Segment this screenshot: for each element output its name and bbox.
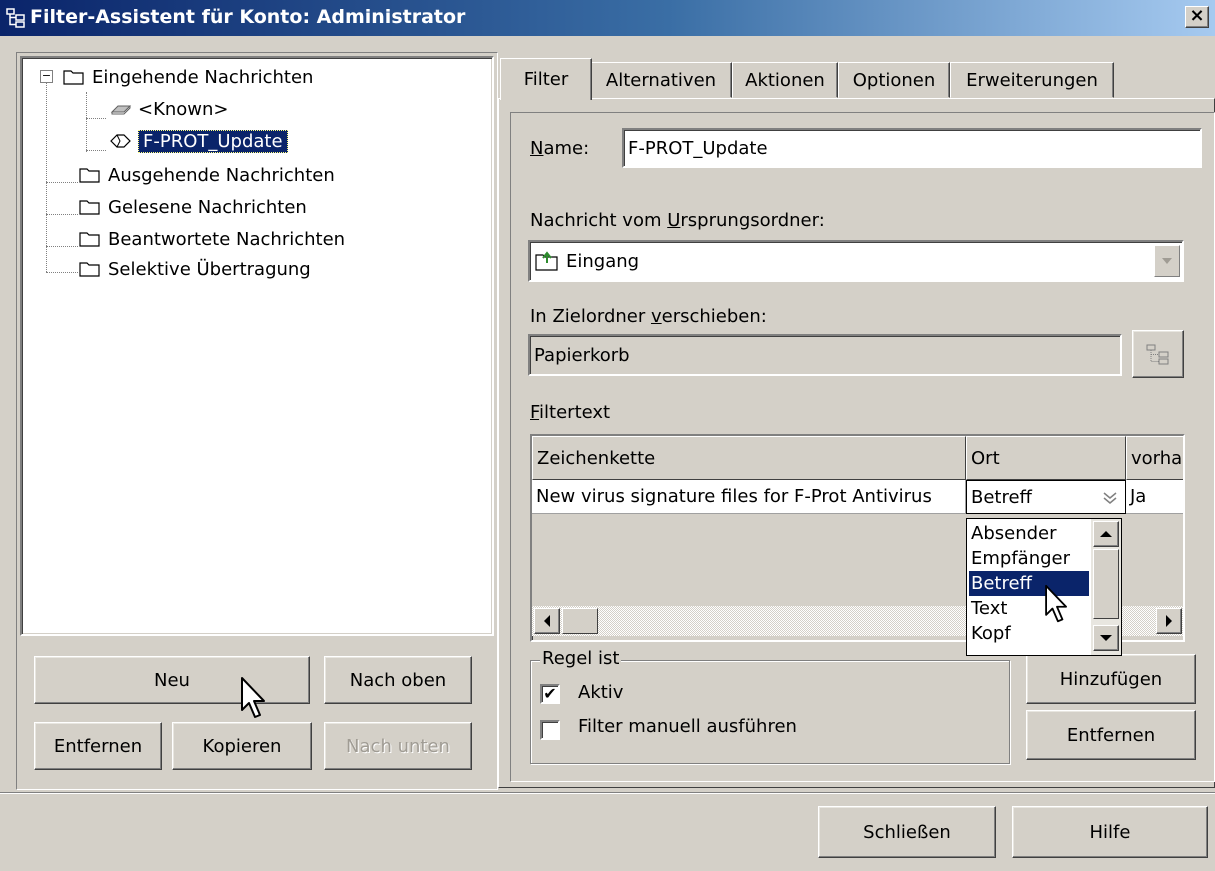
filter-icon [110, 134, 131, 148]
new-button[interactable]: Neu [34, 656, 310, 704]
scroll-up-icon[interactable] [1093, 521, 1119, 547]
tab-erweiterungen[interactable]: Erweiterungen [950, 62, 1114, 98]
tree-item-known[interactable]: <Known> [108, 96, 229, 122]
scroll-right-icon[interactable] [1156, 608, 1182, 634]
tree-item-label: <Known> [138, 98, 229, 120]
column-header-zeichenkette[interactable]: Zeichenkette [532, 436, 966, 480]
name-label: Name: [530, 138, 590, 159]
table-cell-present[interactable]: Ja [1126, 480, 1183, 514]
manual-run-checkbox[interactable] [540, 720, 560, 740]
dropdown-option-absender[interactable]: Absender [969, 521, 1089, 546]
tab-filter[interactable]: Filter [500, 58, 592, 100]
rule-legend: Regel ist [540, 648, 622, 669]
filter-disabled-icon [110, 105, 132, 115]
name-input[interactable]: F-PROT_Update [622, 128, 1202, 168]
table-cell-string[interactable]: New virus signature files for F-Prot Ant… [532, 480, 966, 514]
inbox-folder-icon [535, 251, 558, 271]
window-title: Filter-Assistent für Konto: Administrato… [30, 6, 466, 28]
tab-alternativen[interactable]: Alternativen [590, 62, 732, 98]
tab-optionen[interactable]: Optionen [838, 62, 950, 98]
tree-item-label: Selektive Übertragung [108, 258, 311, 280]
folder-icon [79, 168, 100, 183]
tree-item-eingehende-nachrichten[interactable]: Eingehende Nachrichten [62, 64, 313, 90]
chevron-down-icon[interactable] [1101, 489, 1119, 507]
source-folder-select[interactable]: Eingang [528, 240, 1184, 282]
move-up-button[interactable]: Nach oben [324, 656, 472, 704]
browse-folder-button[interactable] [1132, 330, 1184, 378]
footer-separator [0, 792, 1215, 794]
tree-item-label: Ausgehende Nachrichten [108, 164, 335, 186]
column-header-ort[interactable]: Ort [966, 436, 1126, 480]
folder-icon [79, 232, 100, 247]
tree-item-label: Beantwortete Nachrichten [108, 228, 346, 250]
filter-wizard-icon [6, 8, 25, 28]
filter-tree[interactable]: − Eingehende Nachrichten <Known> F-PROT_… [20, 56, 494, 636]
tree-item-label: Eingehende Nachrichten [92, 66, 314, 88]
remove-filter-button[interactable]: Entfernen [34, 722, 162, 770]
mouse-cursor-icon [1045, 584, 1067, 623]
manual-run-label[interactable]: Filter manuell ausführen [578, 716, 797, 737]
copy-button[interactable]: Kopieren [172, 722, 312, 770]
tree-item-f-prot-update[interactable]: F-PROT_Update [108, 128, 288, 154]
dropdown-option-betreff[interactable]: Betreff [969, 571, 1089, 596]
table-cell-location[interactable]: Betreff [966, 480, 1126, 514]
folder-tree-icon [1146, 344, 1169, 365]
dropdown-option-kopf[interactable]: Kopf [969, 621, 1089, 646]
dropdown-option-text[interactable]: Text [969, 596, 1089, 621]
close-button[interactable]: × [1185, 6, 1209, 28]
tree-item-beantwortete-nachrichten[interactable]: Beantwortete Nachrichten [78, 226, 345, 252]
tree-item-gelesene-nachrichten[interactable]: Gelesene Nachrichten [78, 194, 307, 220]
close-dialog-button[interactable]: Schließen [818, 806, 996, 858]
filtertext-label: Filtertext [530, 402, 611, 423]
target-folder-label: In Zielordner verschieben: [530, 306, 767, 327]
location-value: Betreff [971, 486, 1032, 508]
dropdown-scrollbar[interactable] [1091, 519, 1121, 655]
tree-item-label: F-PROT_Update [138, 129, 288, 153]
tree-item-ausgehende-nachrichten[interactable]: Ausgehende Nachrichten [78, 162, 335, 188]
folder-icon [79, 200, 100, 215]
folder-icon [63, 70, 84, 85]
remove-entry-button[interactable]: Entfernen [1026, 710, 1196, 760]
chevron-down-icon[interactable] [1154, 245, 1180, 277]
source-folder-label: Nachricht vom Ursprungsordner: [530, 210, 825, 231]
rule-groupbox [530, 660, 1010, 764]
title-bar: Filter-Assistent für Konto: Administrato… [0, 0, 1215, 36]
tree-item-label: Gelesene Nachrichten [108, 196, 307, 218]
mouse-cursor-icon [241, 677, 265, 718]
folder-icon [79, 262, 100, 277]
dropdown-option-empfaenger[interactable]: Empfänger [969, 546, 1089, 571]
active-label[interactable]: Aktiv [578, 682, 623, 703]
help-button[interactable]: Hilfe [1012, 806, 1208, 858]
tab-aktionen[interactable]: Aktionen [732, 62, 838, 98]
tree-item-selektive-uebertragung[interactable]: Selektive Übertragung [78, 256, 311, 282]
column-header-vorhanden[interactable]: vorha [1126, 436, 1183, 480]
target-folder-field[interactable]: Papierkorb [528, 334, 1122, 376]
add-button[interactable]: Hinzufügen [1026, 654, 1196, 704]
dropdown-scroll-thumb[interactable] [1093, 549, 1119, 619]
tree-expander[interactable]: − [40, 70, 53, 83]
scroll-down-icon[interactable] [1093, 625, 1119, 651]
source-folder-value: Eingang [566, 250, 640, 272]
active-checkbox[interactable]: ✔ [540, 684, 560, 704]
scroll-thumb[interactable] [562, 608, 598, 634]
move-down-button[interactable]: Nach unten [324, 722, 472, 770]
scroll-left-icon[interactable] [534, 608, 560, 634]
